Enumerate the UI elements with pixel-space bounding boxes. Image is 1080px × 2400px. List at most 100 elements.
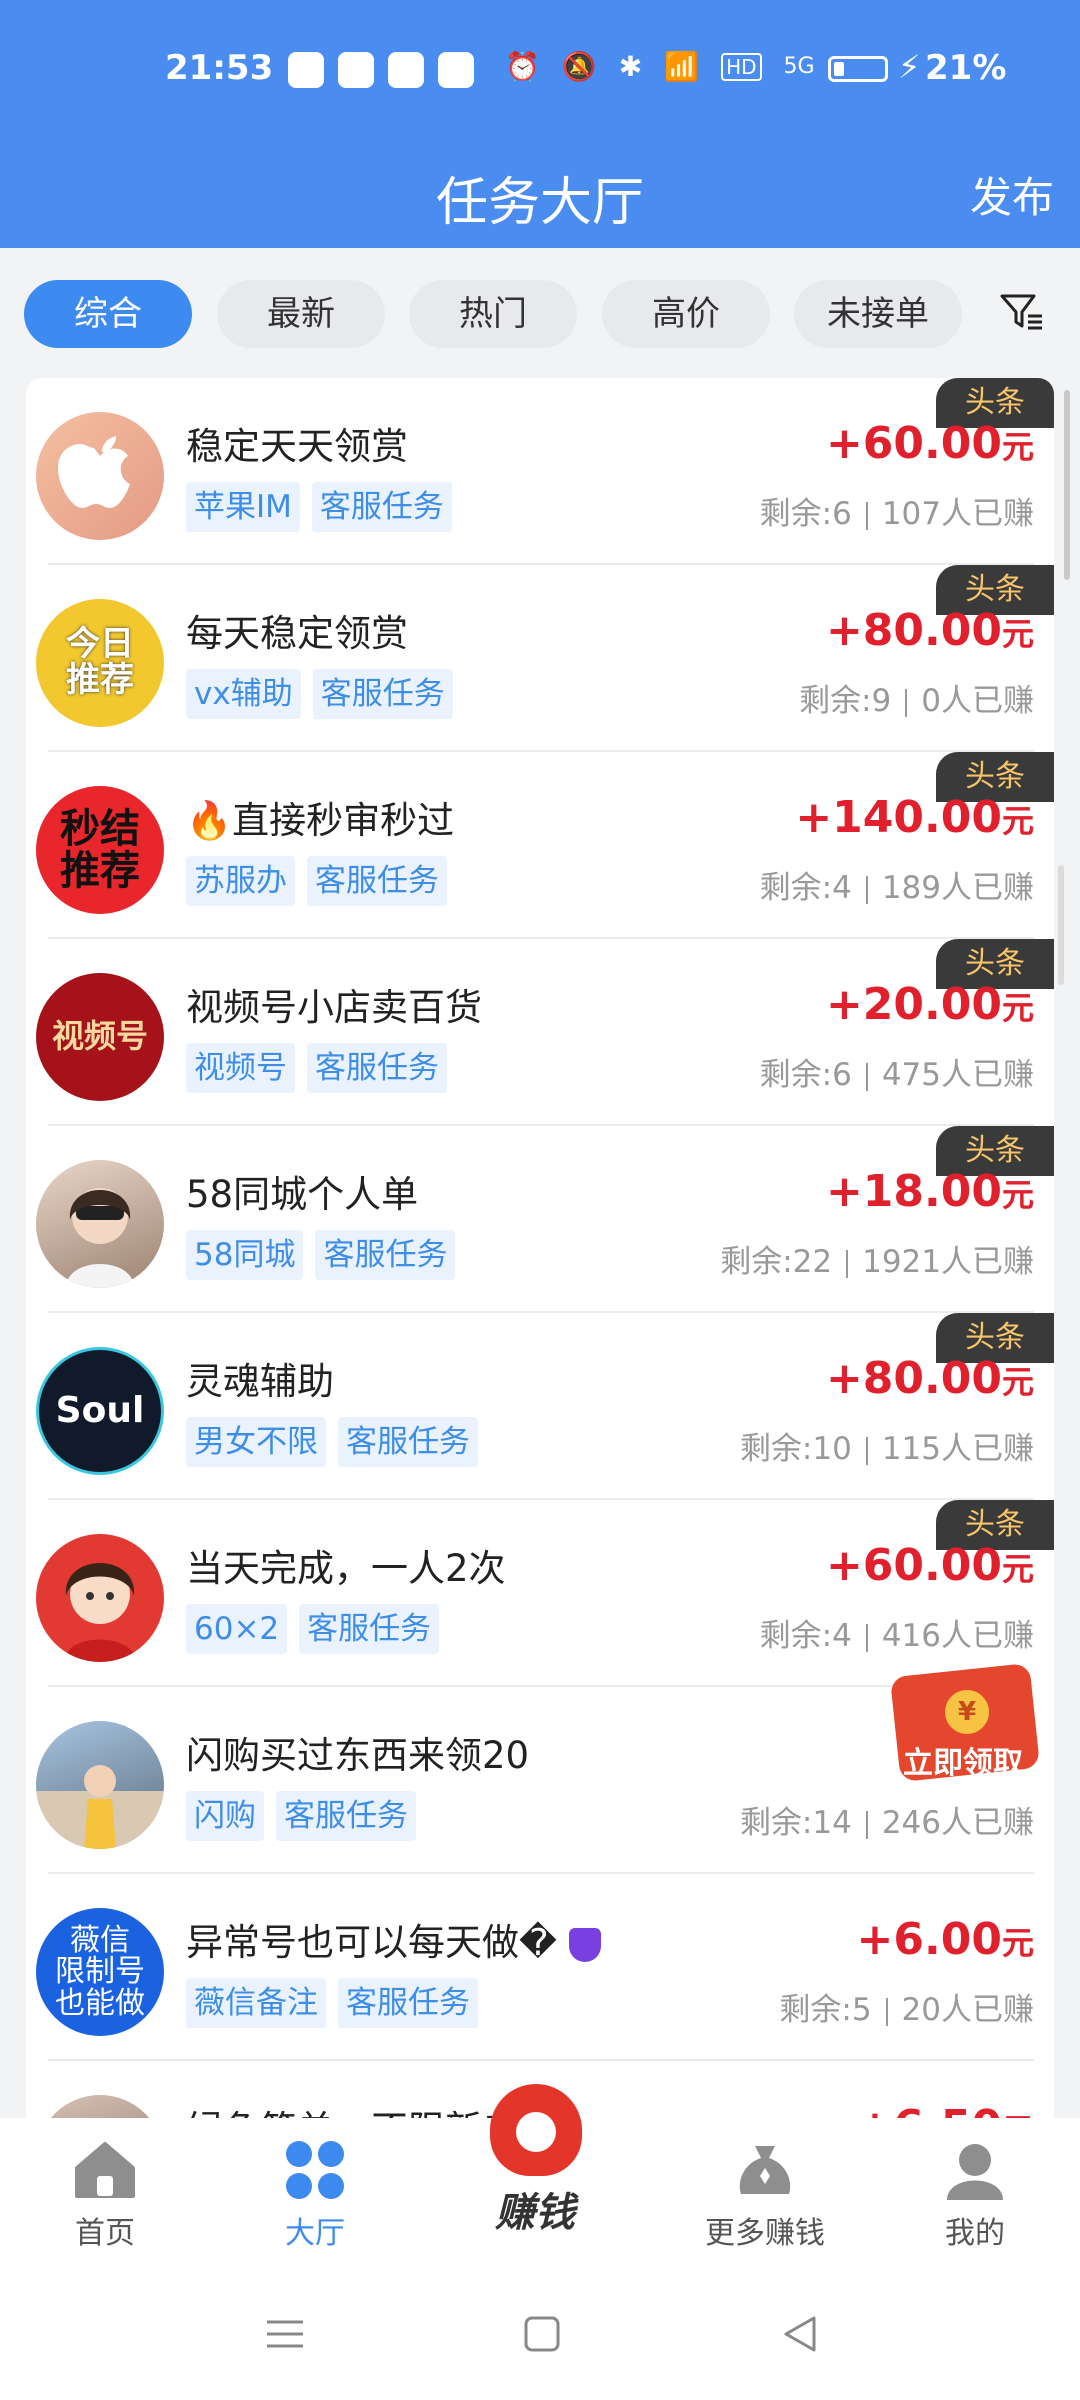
back-icon[interactable] [778,2312,822,2356]
filter-chip-unclaimed[interactable]: 未接单 [794,280,962,348]
battery-icon [828,56,888,82]
claim-label: 立即领取 [903,1746,1023,1781]
task-avatar: 今日 推荐 [36,599,164,727]
page-title: 任务大厅 [435,173,644,233]
task-price: +80.00元 [825,1353,1034,1404]
task-avatar: Soul [36,1347,164,1475]
claim-red-packet-button[interactable]: ¥ 立即领取 [889,1650,1045,1783]
filter-chip-high-price[interactable]: 高价 [602,280,770,348]
task-tag: 闪购 [186,1791,264,1841]
task-price: +20.00元 [825,979,1034,1030]
filter-chip-latest[interactable]: 最新 [217,280,385,348]
task-tags: 薇信备注 客服任务 [186,1978,478,2028]
tab-label: 首页 [75,2216,135,2251]
task-tags: 60×2 客服任务 [186,1604,440,1654]
lucky-bag-icon [490,2084,582,2176]
signal-icon: 5G [783,54,815,79]
task-tag: 视频号 [186,1043,295,1093]
cartoon-girl-icon [64,1563,136,1662]
task-list: 稳定天天领赏 苹果IM 客服任务 头条 +60.00元 剩余:6 107人已赚 今… [26,378,1054,2118]
task-title: 异常号也可以每天做� [186,1912,601,1966]
task-avatar [36,2095,164,2118]
shield-icon [568,1927,601,1962]
task-row[interactable]: 今日 推荐 每天稳定领赏 vx辅助 客服任务 头条 +80.00元 剩余:9 0人已… [26,565,1054,752]
user-icon [943,2138,1007,2202]
task-tag: 客服任务 [315,1230,456,1280]
bluetooth-icon: ✱ [618,50,643,83]
earn-label: 赚钱 [495,2190,575,2236]
task-row[interactable]: 稳定天天领赏 苹果IM 客服任务 头条 +60.00元 剩余:6 107人已赚 [26,378,1054,565]
task-row[interactable]: Soul 灵魂辅助 男女不限 客服任务 头条 +80.00元 剩余:10 115人… [26,1313,1054,1500]
app-notification-icon [388,52,424,88]
task-row[interactable]: 视频号 视频号小店卖百货 视频号 客服任务 头条 +20.00元 剩余:6 475… [26,939,1054,1126]
filter-chip-hot[interactable]: 热门 [409,280,577,348]
task-row[interactable]: 58同城个人单 58同城 客服任务 头条 +18.00元 剩余:22 1921人已… [26,1126,1054,1313]
task-tags: 闪购 客服任务 [186,1791,416,1841]
system-icons: ⏰ 🔕 ✱ 📶 HD 5G [505,50,815,83]
task-avatar [36,1160,164,1288]
task-tag: 客服任务 [338,1417,478,1467]
task-tag: 客服任务 [299,1604,440,1654]
task-title: 🔥直接秒审秒过 [186,799,455,842]
task-title: 闪购买过东西来领20 [186,1734,530,1777]
task-stats: 剩余:6 475人已赚 [759,1057,1034,1093]
task-tag: 男女不限 [186,1417,326,1467]
tab-more-earn[interactable]: 更多赚钱 [675,2138,855,2252]
task-tags: vx辅助 客服任务 [186,669,453,719]
tab-label: 大厅 [285,2216,345,2251]
tab-label: 更多赚钱 [705,2216,825,2251]
filter-icon[interactable] [998,288,1046,336]
filter-bar: 综合 最新 热门 高价 未接单 [0,248,1080,378]
tab-hall[interactable]: 大厅 [225,2138,405,2252]
charging-icon: ⚡ [898,48,921,86]
task-row[interactable]: 薇信 限制号 也能做 异常号也可以每天做� 薇信备注 客服任务 +6.00元 剩余:… [26,1874,1054,2061]
task-price: +18.00元 [825,1166,1034,1217]
task-tags: 58同城 客服任务 [186,1230,456,1280]
task-avatar: 薇信 限制号 也能做 [36,1908,164,2036]
task-title: 每天稳定领赏 [186,612,408,655]
system-nav-bar [0,2268,1080,2400]
scrollbar[interactable] [1064,390,1070,580]
task-tag: 60×2 [186,1604,288,1654]
publish-button[interactable]: 发布 [970,164,1054,225]
tab-label: 我的 [945,2216,1005,2251]
person-photo-icon [66,1188,134,1288]
task-tag: 客服任务 [312,669,453,719]
task-stats: 剩余:4 189人已赚 [759,870,1034,906]
apple-logo-icon [58,436,130,508]
filter-chip-comprehensive[interactable]: 综合 [24,280,192,348]
task-avatar [36,1721,164,1849]
battery-percent: 21% [925,48,1007,88]
task-tag: 客服任务 [307,856,447,906]
task-stats: 剩余:5 20人已赚 [779,1992,1034,2028]
task-tags: 苹果IM 客服任务 [186,482,452,532]
task-avatar: 视频号 [36,973,164,1101]
hd-icon: HD [721,52,762,81]
task-tag: 苹果IM [186,482,300,532]
menu-icon[interactable] [263,2312,307,2356]
wifi-icon: 📶 [664,50,700,83]
grid-icon [283,2138,347,2202]
task-tag: 薇信备注 [186,1978,326,2028]
home-icon [73,2138,137,2202]
task-title: 视频号小店卖百货 [186,986,482,1029]
task-tags: 视频号 客服任务 [186,1043,447,1093]
task-tag: 客服任务 [338,1978,478,2028]
task-stats: 剩余:9 0人已赚 [799,683,1034,719]
mute-icon: 🔕 [561,50,597,83]
coin-icon: ¥ [945,1690,989,1734]
task-tags: 男女不限 客服任务 [186,1417,478,1467]
task-avatar: 秒结 推荐 [36,786,164,914]
task-price: +6.50元 [857,2101,1034,2118]
notification-icons [288,52,474,88]
tab-home[interactable]: 首页 [15,2138,195,2252]
earn-money-button[interactable]: 赚钱 [460,2080,610,2250]
task-row[interactable]: 秒结 推荐 🔥直接秒审秒过 苏服办 客服任务 头条 +140.00元 剩余:4 18… [26,752,1054,939]
home-square-icon[interactable] [520,2312,564,2356]
task-stats: 剩余:4 416人已赚 [759,1618,1034,1654]
tab-mine[interactable]: 我的 [885,2138,1065,2252]
task-tag: 客服任务 [307,1043,447,1093]
task-tag: 客服任务 [311,482,452,532]
task-price: +80.00元 [825,605,1034,656]
task-tag: 苏服办 [186,856,295,906]
